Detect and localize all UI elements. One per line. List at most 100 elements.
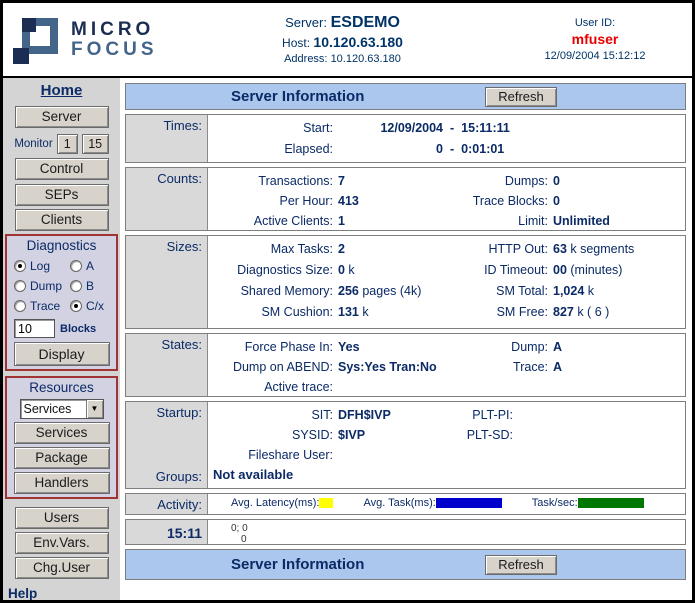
start-time: 15:11:11 — [461, 121, 510, 135]
limit-label: Limit: — [458, 211, 548, 230]
logo-text: MICRO FOCUS — [71, 20, 158, 59]
resources-panel: Resources Services ▼ Services Package Ha… — [5, 376, 118, 499]
clients-button[interactable]: Clients — [15, 209, 109, 231]
blocks-input[interactable] — [14, 319, 55, 338]
groups-value: Not available — [208, 465, 685, 485]
sit-value: DFH$IVP — [338, 405, 391, 425]
radio-cx[interactable]: C/x — [70, 299, 104, 313]
address-value: 10.120.63.180 — [331, 53, 401, 65]
startup-groups-row: Startup: Groups: SIT:DFH$IVP SYSID:$IVP … — [125, 401, 686, 489]
shared-memory-unit: pages (4k) — [359, 281, 422, 302]
elapsed-time: 0:01:01 — [461, 142, 504, 156]
activity-row: Activity: Avg. Latency(ms): Avg. Task(ms… — [125, 493, 686, 515]
radio-b[interactable]: B — [70, 279, 94, 293]
users-button[interactable]: Users — [15, 507, 109, 529]
trace-state-value: A — [553, 357, 562, 377]
main-content: Server Information Refresh Times: Start:… — [120, 78, 692, 601]
control-button[interactable]: Control — [15, 158, 109, 180]
radio-a-label: A — [86, 259, 94, 273]
diagnostics-panel: Diagnostics Log A Dump — [5, 234, 118, 371]
times-label: Times: — [126, 115, 208, 162]
max-tasks-label: Max Tasks: — [208, 239, 333, 260]
sizes-row: Sizes: Max Tasks:2 Diagnostics Size:0 k … — [125, 235, 686, 329]
groups-label: Groups: — [126, 469, 202, 484]
elapsed-label: Elapsed: — [208, 139, 333, 160]
activity-timeline-row: 15:11 0; 0 0 — [125, 519, 686, 545]
handlers-button[interactable]: Handlers — [14, 472, 110, 494]
trace-state-label: Trace: — [458, 357, 548, 377]
package-button[interactable]: Package — [14, 447, 110, 469]
dumps-label: Dumps: — [458, 171, 548, 191]
radio-cx-label: C/x — [86, 299, 104, 313]
dump-on-abend-value: Sys:Yes Tran:No — [338, 357, 437, 377]
max-tasks-value: 2 — [338, 239, 345, 260]
shared-memory-value: 256 — [338, 281, 359, 302]
monitor-row: Monitor 1 15 — [3, 133, 120, 154]
task-per-sec-swatch — [578, 498, 644, 508]
radio-dump-label: Dump — [30, 279, 62, 293]
states-row: States: Force Phase In:Yes Dump on ABEND… — [125, 333, 686, 397]
radio-log[interactable]: Log — [14, 259, 70, 273]
server-label: Server: — [285, 15, 327, 30]
diagnostics-size-value: 0 — [338, 260, 345, 281]
monitor-count-button[interactable]: 15 — [82, 134, 109, 154]
http-out-unit: k segments — [567, 239, 634, 260]
counts-row: Counts: Transactions:7 Per Hour:413 Acti… — [125, 167, 686, 231]
radio-cx-icon[interactable] — [70, 300, 82, 312]
blocks-label: Blocks — [60, 323, 96, 335]
logo-text-focus: FOCUS — [71, 40, 158, 59]
elapsed-separator: - — [450, 142, 454, 156]
sidebar: Home Server Monitor 1 15 Control SEPs Cl… — [3, 78, 120, 601]
radio-dump[interactable]: Dump — [14, 279, 70, 293]
active-clients-value: 1 — [338, 211, 345, 230]
transactions-value: 7 — [338, 171, 345, 191]
dump-state-label: Dump: — [458, 337, 548, 357]
radio-a[interactable]: A — [70, 259, 94, 273]
display-button[interactable]: Display — [14, 342, 110, 366]
force-phase-in-label: Force Phase In: — [208, 337, 333, 357]
host-label: Host: — [282, 36, 310, 50]
chguser-button[interactable]: Chg.User — [15, 557, 109, 579]
sm-cushion-label: SM Cushion: — [208, 302, 333, 323]
radio-b-icon[interactable] — [70, 280, 82, 292]
radio-trace-icon[interactable] — [14, 300, 26, 312]
seps-button[interactable]: SEPs — [15, 184, 109, 206]
refresh-button[interactable]: Refresh — [485, 87, 557, 107]
times-row: Times: Start: 12/09/2004-15:11:11 Elapse… — [125, 114, 686, 163]
radio-a-icon[interactable] — [70, 260, 82, 272]
sm-cushion-unit: k — [359, 302, 369, 323]
dump-on-abend-label: Dump on ABEND: — [208, 357, 333, 377]
chevron-down-icon[interactable]: ▼ — [86, 400, 103, 418]
logo-text-micro: MICRO — [71, 20, 158, 39]
radio-trace[interactable]: Trace — [14, 299, 70, 313]
titlebar: Server Information Refresh — [125, 83, 686, 110]
radio-dump-icon[interactable] — [14, 280, 26, 292]
resources-select[interactable]: Services ▼ — [20, 399, 104, 419]
sm-free-unit: k ( 6 ) — [574, 302, 609, 323]
diagnostics-title: Diagnostics — [10, 238, 113, 255]
start-separator: - — [450, 121, 454, 135]
per-hour-value: 413 — [338, 191, 359, 211]
footer-refresh-button[interactable]: Refresh — [485, 555, 557, 575]
sizes-label: Sizes: — [126, 236, 208, 328]
resources-select-value: Services — [21, 400, 86, 418]
sm-free-label: SM Free: — [458, 302, 548, 323]
sidebar-link-home[interactable]: Home — [3, 82, 120, 102]
server-button[interactable]: Server — [15, 106, 109, 128]
startup-label: Startup: — [126, 405, 202, 420]
envvars-button[interactable]: Env.Vars. — [15, 532, 109, 554]
active-clients-label: Active Clients: — [208, 211, 333, 230]
services-button[interactable]: Services — [14, 422, 110, 444]
states-label: States: — [126, 334, 208, 396]
monitor-interval-button[interactable]: 1 — [57, 134, 78, 154]
active-trace-label: Active trace: — [208, 377, 333, 396]
shared-memory-label: Shared Memory: — [208, 281, 333, 302]
radio-log-label: Log — [30, 259, 50, 273]
per-hour-label: Per Hour: — [208, 191, 333, 211]
sysid-value: $IVP — [338, 425, 365, 445]
id-timeout-label: ID Timeout: — [458, 260, 548, 281]
radio-log-icon[interactable] — [14, 260, 26, 272]
sysid-label: SYSID: — [208, 425, 333, 445]
http-out-value: 63 — [553, 239, 567, 260]
user-session-info: User ID: mfuser 12/09/2004 15:12:12 — [512, 16, 692, 63]
